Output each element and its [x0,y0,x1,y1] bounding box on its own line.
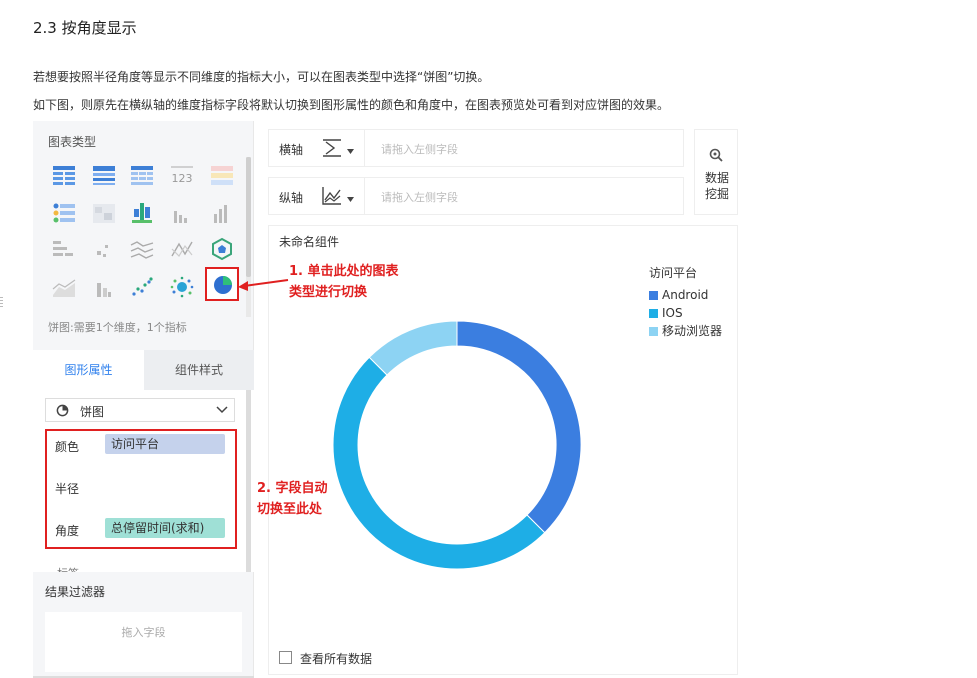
area-icon[interactable] [51,275,77,299]
range-bar-icon[interactable] [51,237,77,261]
section-title: 2.3 按角度显示 [33,19,137,37]
legend-swatch-android [649,291,658,300]
show-all-data-label: 查看所有数据 [300,652,373,666]
legend-label-ios: IOS [662,306,683,320]
donut-chart [332,320,582,570]
pie-chart-type-button[interactable] [205,267,239,301]
indicator-card-icon[interactable] [51,201,77,225]
tab-component-style[interactable]: 组件样式 [144,350,254,390]
y-axis-caret-icon[interactable] [347,197,354,202]
chart-type-title: 图表类型 [48,135,97,149]
x-axis-caret-icon[interactable] [347,149,354,154]
paragraph-2: 如下图，则原先在横纵轴的维度指标字段将默认切换到图形属性的颜色和角度中，在图表预… [33,98,670,112]
y-axis-row: 纵轴 请拖入左侧字段 [268,177,684,215]
result-filter-dropzone[interactable]: 拖入字段 [45,612,242,672]
slice-android[interactable] [456,320,582,534]
chart-legend: 访问平台 Android IOS 移动浏览器 [649,264,722,340]
legend-swatch-mobile-browser [649,327,658,336]
y-axis-dropzone[interactable]: 请拖入左侧字段 [381,189,458,205]
annotation-step-2: 2. 字段自动 切换至此处 [257,478,328,520]
pie-icon [214,276,232,294]
detail-table-icon[interactable] [129,163,155,187]
data-mining-label-1: 数据 [704,171,729,185]
dot-plot-icon[interactable] [129,275,155,299]
kpi-number-icon[interactable]: 123 [169,163,195,187]
filter-placeholder: 拖入字段 [121,626,166,639]
color-table-icon[interactable] [209,163,235,187]
legend-label-mobile-browser: 移动浏览器 [662,324,723,338]
annotation-step-1: 1. 单击此处的图表 类型进行切换 [289,261,399,303]
x-axis-label: 横轴 [279,143,304,157]
drag-handle-icon[interactable] [0,297,3,309]
bubble-icon[interactable] [169,275,195,299]
bar-cluster-icon[interactable] [129,201,155,225]
y-axis-divider [364,178,365,214]
legend-item-ios[interactable]: IOS [649,304,722,322]
chevron-down-icon [216,406,228,414]
slice-mobile-browser[interactable] [368,320,458,376]
small-bar-icon[interactable] [169,201,195,225]
annotation-1-line-2: 类型进行切换 [289,285,368,300]
heatmap-icon[interactable] [91,201,117,225]
multi-line-icon[interactable] [129,237,155,261]
tag-field-label: 标签 [57,565,79,572]
chart-config-panel: 图表类型 123 饼图:需要1个维度，1个指标 图形属性 组件样式 饼图 颜色 … [33,121,254,678]
legend-label-android: Android [662,288,709,302]
scatter-small-icon[interactable] [91,237,117,261]
svg-text:123: 123 [172,172,193,185]
x-axis-row: 横轴 请拖入左侧字段 [268,129,684,167]
legend-swatch-ios [649,309,658,318]
data-mining-button[interactable]: 数据 挖掘 [694,129,738,215]
data-mining-label-2: 挖掘 [704,187,729,201]
cross-table-icon[interactable] [91,163,117,187]
properties-scrollbar[interactable] [246,390,251,572]
column-icon[interactable] [209,201,235,225]
stacked-bar-icon[interactable] [91,275,117,299]
hexagon-icon[interactable] [209,237,235,261]
legend-item-mobile-browser[interactable]: 移动浏览器 [649,322,722,340]
legend-item-android[interactable]: Android [649,286,722,304]
y-axis-icon[interactable] [321,185,343,207]
chart-type-scroll-thumb[interactable] [246,157,251,277]
chart-type-select[interactable]: 饼图 [45,398,235,422]
annotation-2-line-1: 2. 字段自动 [257,481,328,496]
show-all-data-checkbox[interactable] [279,651,292,664]
table-icon[interactable] [51,163,77,187]
chart-type-select-value: 饼图 [80,405,105,419]
annotation-2-line-2: 切换至此处 [257,502,323,517]
property-tabs: 图形属性 组件样式 [33,350,254,390]
radar-line-icon[interactable] [169,237,195,261]
legend-title: 访问平台 [649,266,698,280]
paragraph-1: 若想要按照半径角度等显示不同维度的指标大小，可以在图表类型中选择“饼图”切换。 [33,70,490,84]
tab-graph-properties[interactable]: 图形属性 [33,350,144,390]
chart-type-hint: 饼图:需要1个维度，1个指标 [48,321,187,334]
data-mining-icon [709,148,723,162]
annotation-1-line-1: 1. 单击此处的图表 [289,264,399,279]
x-axis-divider [364,130,365,166]
pie-outline-icon [56,404,69,417]
x-axis-dropzone[interactable]: 请拖入左侧字段 [381,141,458,157]
x-axis-icon[interactable] [321,137,343,159]
annotation-arrow-icon [238,279,289,291]
slice-ios[interactable] [332,356,546,570]
field-highlight-frame [45,429,237,549]
component-name[interactable]: 未命名组件 [279,233,339,250]
y-axis-label: 纵轴 [279,191,304,205]
result-filter-title: 结果过滤器 [45,585,106,599]
